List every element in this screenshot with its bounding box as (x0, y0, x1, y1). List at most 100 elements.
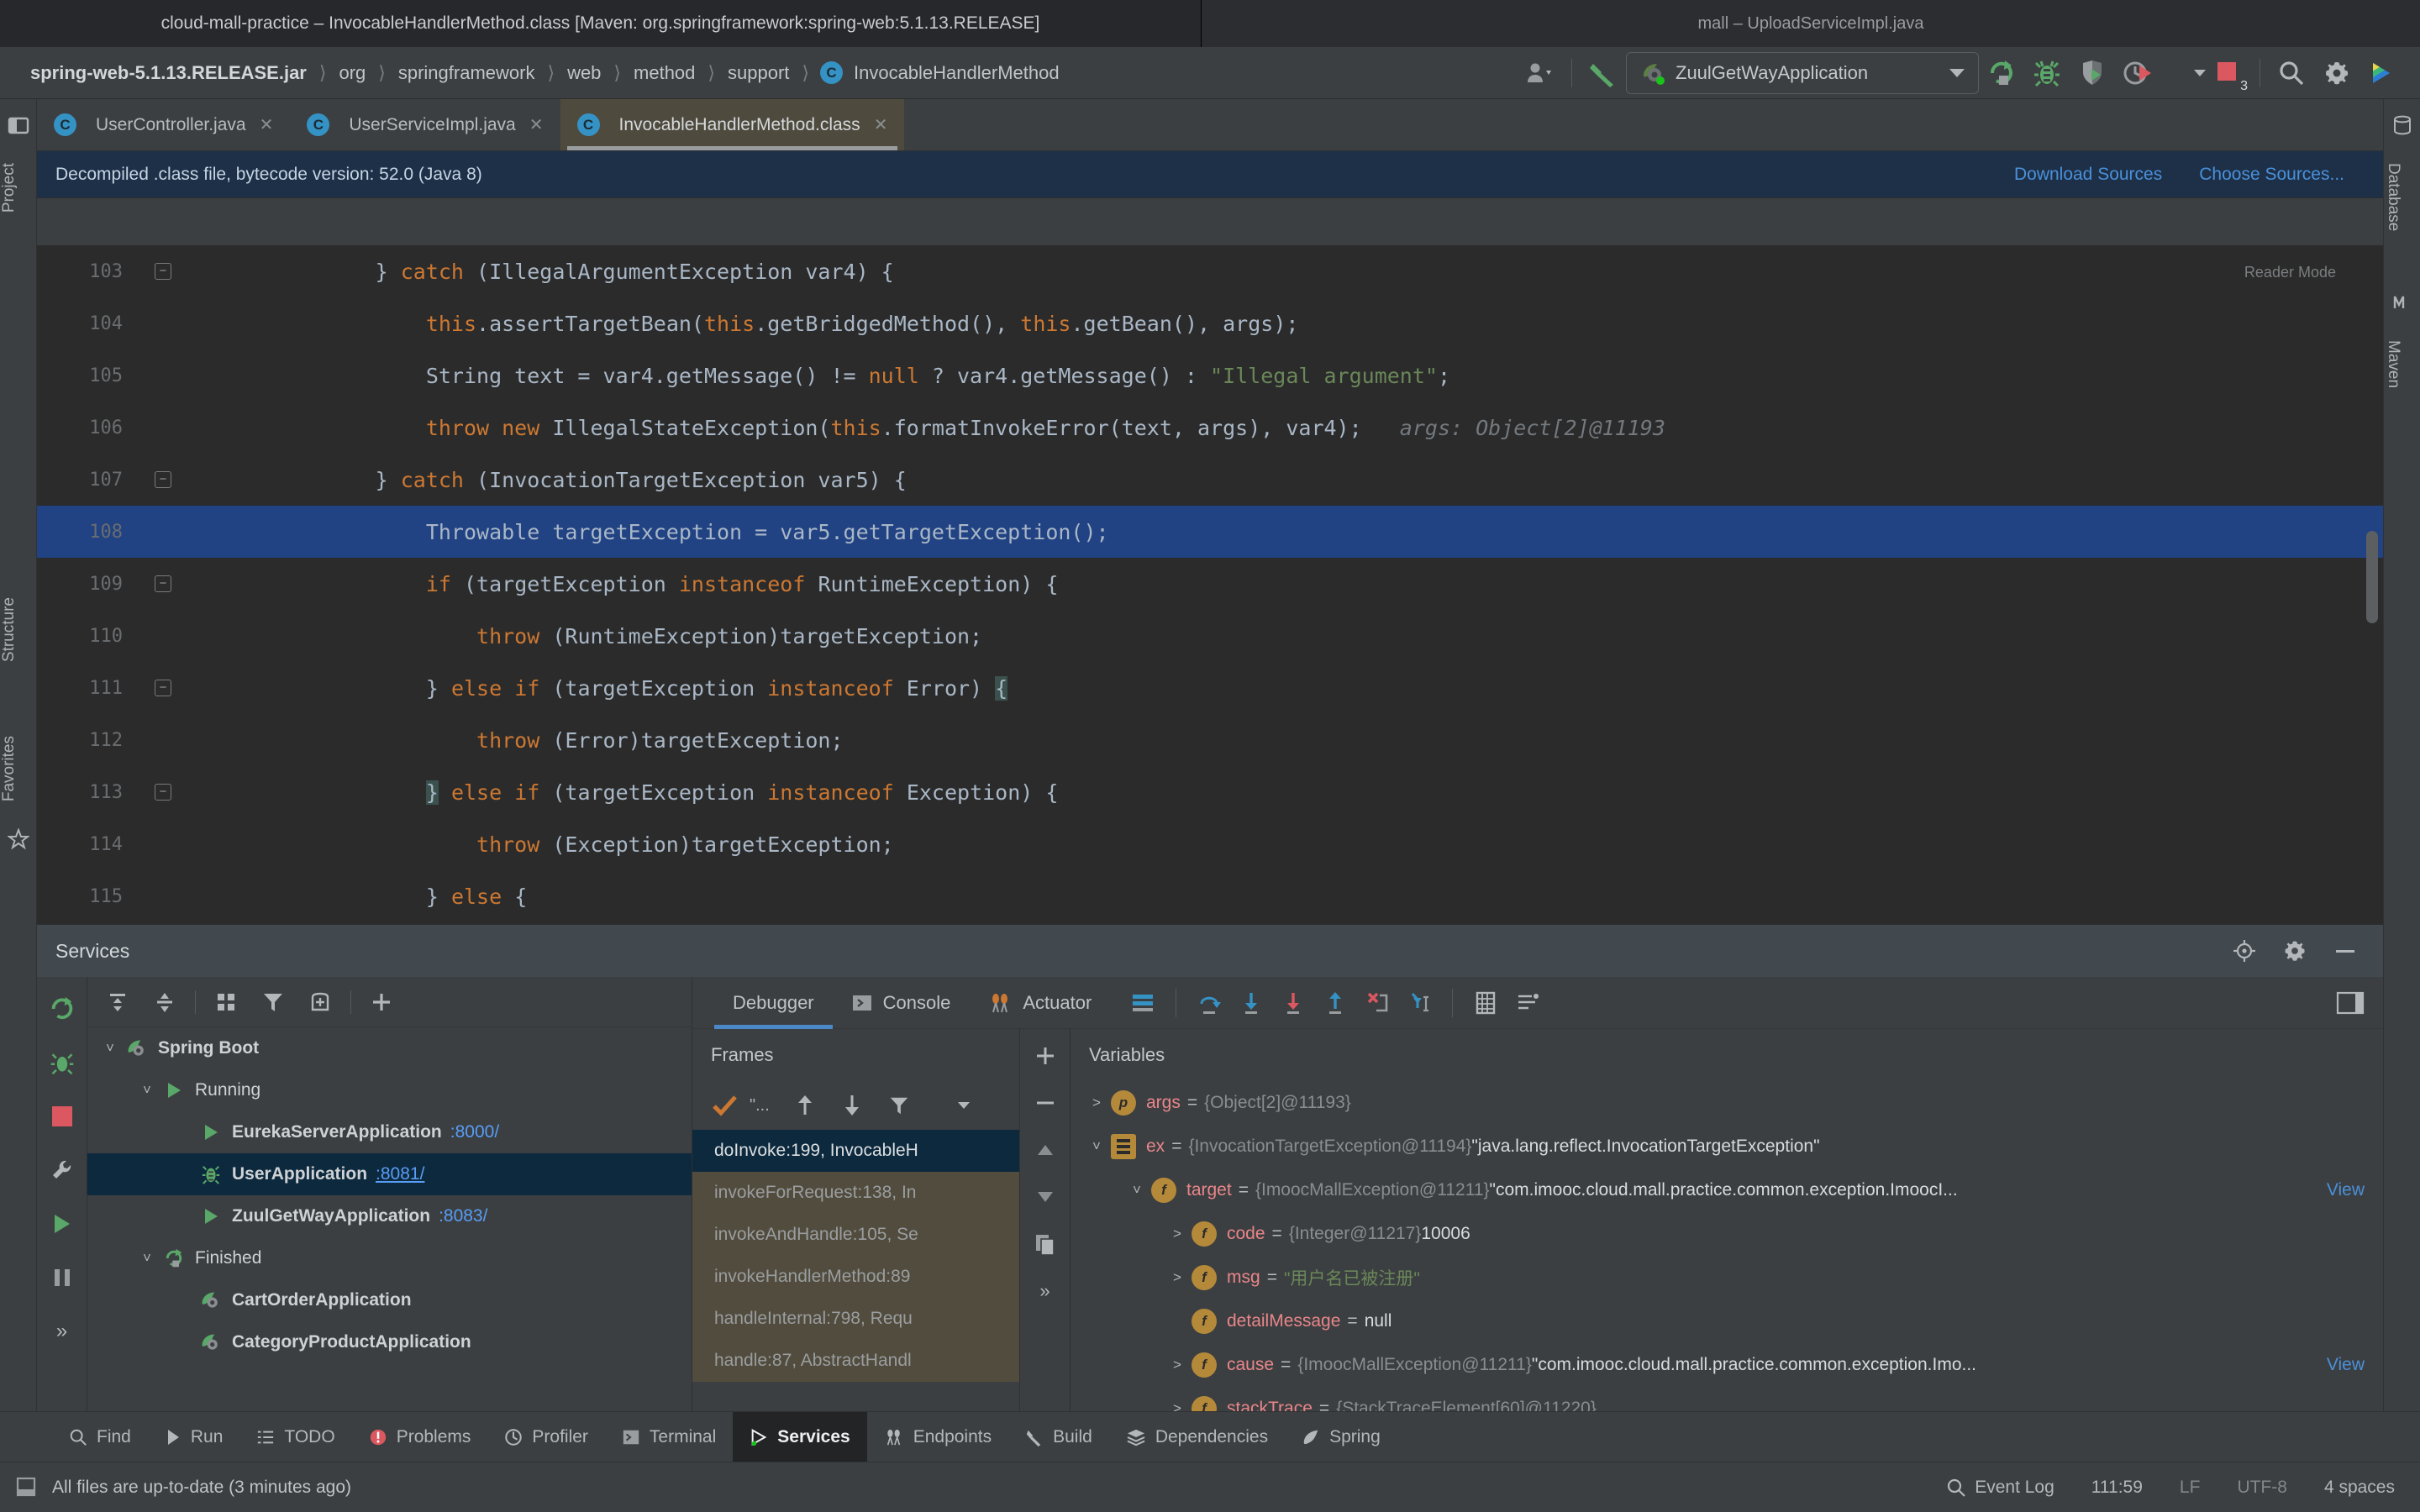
variable-row[interactable]: f detailMessage = null (1071, 1299, 2383, 1343)
step-over-icon[interactable] (1188, 982, 1230, 1024)
restore-layout-icon[interactable] (2336, 991, 2383, 1015)
variables-list[interactable]: ˃ p args = {Object[2]@11193} ˅ ex = {Invocation… (1071, 1081, 2383, 1411)
close-icon[interactable]: ✕ (874, 114, 888, 135)
bottom-tab-problems[interactable]: Problems (352, 1412, 488, 1462)
code-line[interactable]: 115 } else { (37, 870, 2383, 922)
fold-gutter[interactable]: − (138, 680, 188, 696)
ide-feature-trainer-icon[interactable] (2360, 50, 2405, 96)
caret-position[interactable]: 111:59 (2091, 1478, 2143, 1498)
gear-icon[interactable] (2282, 938, 2307, 963)
services-tree-item[interactable]: ˅ Spring Boot (87, 1027, 692, 1069)
tab-console[interactable]: Console (833, 977, 970, 1029)
more-icon[interactable]: » (44, 1311, 81, 1352)
chevron-right-icon[interactable]: ˃ (1163, 1226, 1192, 1242)
variable-row[interactable]: ˅ ex = {InvocationTargetException@11194} "j… (1071, 1125, 2383, 1168)
frame-row[interactable]: invokeHandlerMethod:89 (692, 1256, 1019, 1298)
view-value-link[interactable]: View (2327, 1355, 2365, 1375)
service-port-link[interactable]: :8081/ (376, 1164, 424, 1184)
chevron-right-icon[interactable]: ˃ (1163, 1357, 1192, 1373)
up-arrow-icon[interactable] (781, 1084, 829, 1127)
down-arrow-icon[interactable] (829, 1084, 876, 1127)
variable-row[interactable]: ˃ f msg = "用户名已被注册" (1071, 1256, 2383, 1299)
force-step-into-icon[interactable] (1272, 982, 1314, 1024)
fold-toggle-icon[interactable]: − (155, 471, 171, 488)
target-icon[interactable] (2232, 938, 2257, 963)
code-line[interactable]: 106 throw new IllegalStateException(this… (37, 402, 2383, 454)
service-port-link[interactable]: :8000/ (450, 1122, 499, 1142)
editor-scrollbar[interactable] (2366, 531, 2378, 623)
tab-usercontroller[interactable]: C UserController.java ✕ (37, 99, 290, 150)
breadcrumb-item-method[interactable]: method (632, 62, 697, 84)
thread-check-icon[interactable] (702, 1084, 750, 1127)
debug-icon[interactable] (44, 1042, 81, 1083)
services-tree-item[interactable]: ZuulGetWayApplication:8083/ (87, 1195, 692, 1237)
maven-icon[interactable] (2390, 290, 2415, 315)
chevron-down-icon[interactable]: ˅ (1082, 1138, 1111, 1155)
code-line[interactable]: 104 this.assertTargetBean(this.getBridge… (37, 297, 2383, 349)
sidebar-item-maven[interactable]: Maven (2384, 328, 2402, 400)
chevron-right-icon[interactable]: ˃ (1163, 1400, 1192, 1411)
fold-gutter[interactable]: − (138, 575, 188, 592)
search-icon[interactable] (2269, 50, 2314, 96)
bottom-tab-build[interactable]: Build (1008, 1412, 1109, 1462)
bottom-tab-services[interactable]: Services (733, 1411, 867, 1462)
resume-icon[interactable] (44, 1204, 81, 1244)
services-tree-item[interactable]: CartOrderApplication (87, 1279, 692, 1321)
wrench-icon[interactable] (44, 1150, 81, 1190)
fold-toggle-icon[interactable]: − (155, 784, 171, 801)
user-profile-icon[interactable] (1518, 50, 1563, 96)
bottom-tab-dependencies[interactable]: Dependencies (1109, 1412, 1285, 1462)
services-tree-item[interactable]: UserApplication:8081/ (87, 1153, 692, 1195)
plus-icon[interactable] (358, 980, 405, 1024)
frame-row[interactable]: invokeForRequest:138, In (692, 1172, 1019, 1214)
filter-icon[interactable] (250, 980, 297, 1024)
code-line[interactable]: 110 throw (RuntimeException)targetExcept… (37, 610, 2383, 662)
drop-frame-icon[interactable] (1356, 982, 1398, 1024)
tab-actuator[interactable]: Actuator (969, 977, 1110, 1029)
fold-toggle-icon[interactable]: − (155, 680, 171, 696)
step-out-icon[interactable] (1314, 982, 1356, 1024)
variable-row[interactable]: ˃ p args = {Object[2]@11193} (1071, 1081, 2383, 1125)
frame-row[interactable]: handle:87, AbstractHandl (692, 1340, 1019, 1382)
fold-toggle-icon[interactable]: − (155, 575, 171, 592)
view-value-link[interactable]: View (2327, 1180, 2365, 1200)
evaluate-icon[interactable] (1465, 982, 1507, 1024)
bottom-tab-spring[interactable]: Spring (1285, 1412, 1397, 1462)
stop-icon[interactable] (44, 1096, 81, 1137)
minus-icon[interactable] (1025, 1081, 1065, 1125)
add-config-icon[interactable] (297, 980, 344, 1024)
variable-row[interactable]: ˃ f cause = {ImoocMallException@11211} "com.… (1071, 1343, 2383, 1387)
collapse-all-icon[interactable] (141, 980, 188, 1024)
fold-gutter[interactable]: − (138, 784, 188, 801)
indent-setting[interactable]: 4 spaces (2324, 1478, 2395, 1498)
rerun-icon[interactable] (1979, 50, 2024, 96)
stop-icon[interactable]: 3 (2206, 50, 2251, 96)
code-line[interactable]: 112 throw (Error)targetException; (37, 714, 2383, 766)
tab-debugger[interactable]: Debugger (714, 977, 833, 1029)
group-icon[interactable] (203, 980, 250, 1024)
chevron-down-icon[interactable]: ˅ (134, 1082, 160, 1099)
chevron-right-icon[interactable]: ˃ (1163, 1269, 1192, 1286)
expand-all-icon[interactable] (94, 980, 141, 1024)
chevron-down-icon[interactable]: ˅ (1123, 1182, 1151, 1199)
breadcrumb-item-class[interactable]: InvocableHandlerMethod (852, 62, 1061, 84)
variable-row[interactable]: ˅ f target = {ImoocMallException@11211} "com… (1071, 1168, 2383, 1212)
minimize-icon[interactable] (2333, 938, 2358, 963)
fold-gutter[interactable]: − (138, 263, 188, 280)
sidebar-item-project[interactable]: Project (0, 151, 18, 224)
filter-icon[interactable] (876, 1084, 923, 1127)
hammer-build-icon[interactable] (1581, 50, 1626, 96)
tab-invocablehandlermethod[interactable]: C InvocableHandlerMethod.class ✕ (560, 99, 905, 150)
profiler-attach-icon[interactable] (2115, 50, 2160, 96)
sidebar-item-database[interactable]: Database (2384, 151, 2402, 243)
code-line[interactable]: 107 − } catch (InvocationTargetException … (37, 454, 2383, 506)
fold-toggle-icon[interactable]: − (155, 263, 171, 280)
run-configuration-selector[interactable]: ZuulGetWayApplication (1626, 51, 1979, 94)
down-icon[interactable] (1025, 1175, 1065, 1219)
ide-widget-icon[interactable] (15, 1476, 37, 1498)
pause-icon[interactable] (44, 1257, 81, 1298)
sidebar-item-favorites[interactable]: Favorites (0, 724, 18, 813)
breadcrumb-item-org[interactable]: org (337, 62, 367, 84)
more-icon[interactable]: » (1025, 1269, 1065, 1313)
frame-row[interactable]: doInvoke:199, InvocableH (692, 1130, 1019, 1172)
